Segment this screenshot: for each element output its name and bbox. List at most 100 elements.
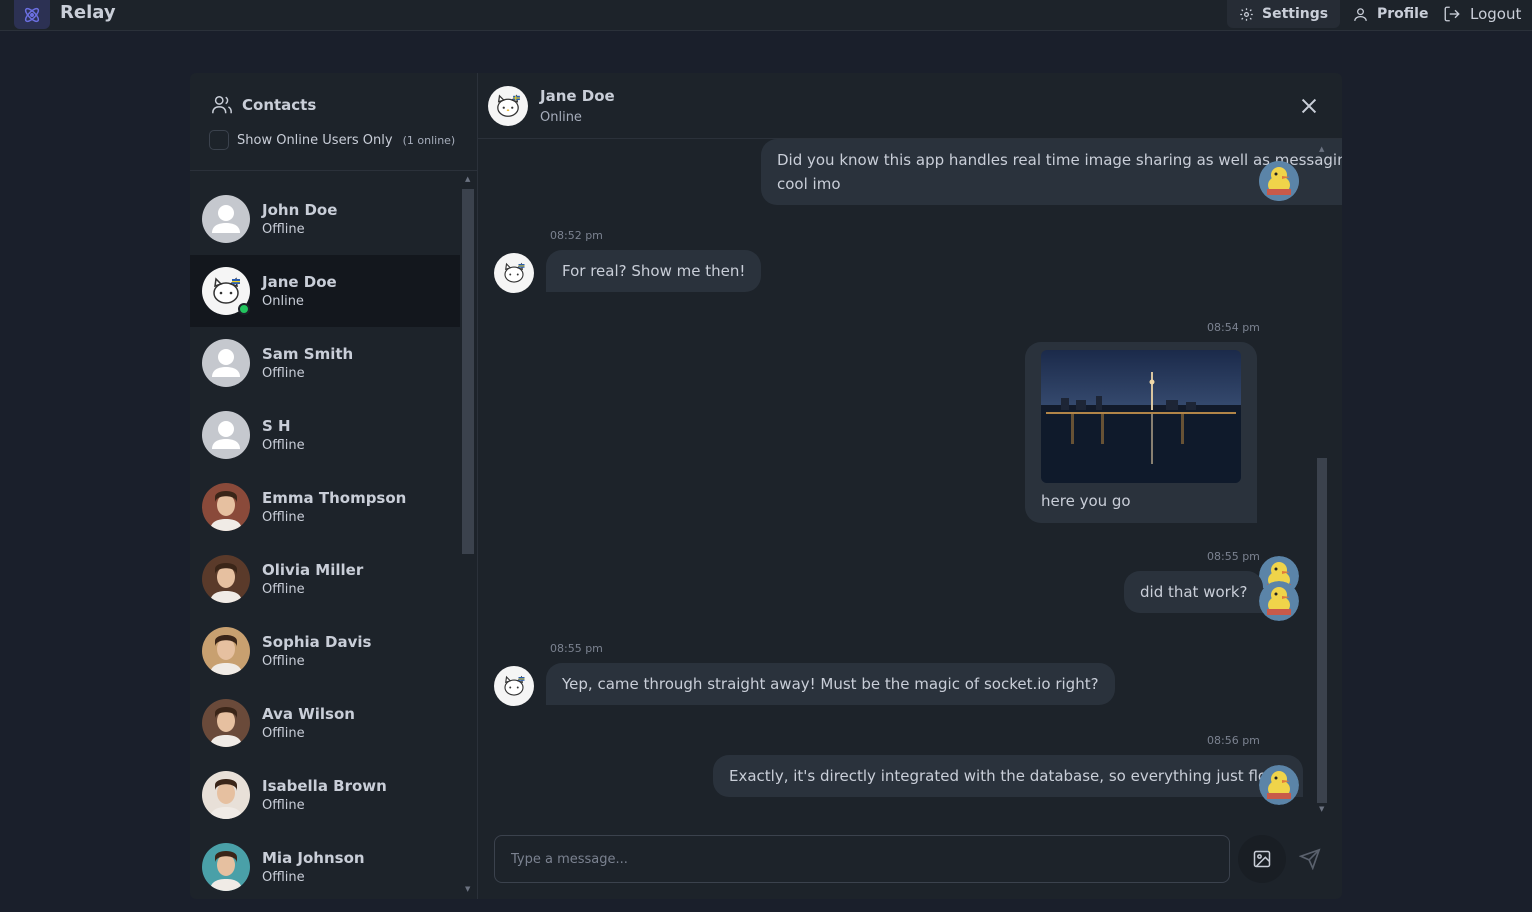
chat-panel: Contacts Show Online Users Only (1 onlin… (190, 73, 1342, 899)
message-bubble: Did you know this app handles real time … (761, 139, 1342, 205)
atom-icon (24, 7, 40, 22)
my-avatar (1259, 161, 1299, 201)
message-bubble: did that work? (1124, 571, 1264, 613)
contact-avatar (202, 195, 250, 243)
contact-name: Jane Doe (262, 273, 337, 291)
chat-scrollbar[interactable]: ▲ ▼ (1315, 145, 1327, 813)
contact-text: Jane Doe Online (262, 273, 337, 309)
app-logo[interactable] (14, 0, 50, 29)
message-timestamp: 08:56 pm (1207, 734, 1260, 747)
contact-item[interactable]: Emma Thompson Offline (190, 471, 460, 543)
message-list: Did you know this app handles real time … (478, 139, 1342, 813)
profile-label: Profile (1377, 6, 1429, 22)
city-skyline-night-photo (1041, 350, 1241, 483)
scroll-down-arrow[interactable]: ▼ (465, 885, 470, 893)
my-avatar (1259, 581, 1299, 621)
chat-partner-name: Jane Doe (540, 87, 615, 105)
contacts-scrollbar[interactable]: ▲ ▼ (462, 175, 474, 895)
contact-name: Sam Smith (262, 345, 354, 363)
contact-list: John Doe Offline Jane Doe Online Sam Smith Of… (190, 183, 460, 899)
message-timestamp: 08:54 pm (1207, 321, 1260, 334)
message-text: Exactly, it's directly integrated with t… (729, 767, 1288, 785)
contact-avatar (202, 627, 250, 675)
partner-avatar (494, 253, 534, 293)
partner-avatar (494, 666, 534, 706)
chat-scroll-down-arrow[interactable]: ▼ (1319, 805, 1324, 813)
contact-text: Isabella Brown Offline (262, 777, 387, 813)
contact-item[interactable]: Mia Johnson Offline (190, 831, 460, 899)
contact-item[interactable]: Sophia Davis Offline (190, 615, 460, 687)
contact-status: Offline (262, 798, 305, 813)
contact-text: S H Offline (262, 417, 305, 453)
message-composer (478, 813, 1342, 899)
contact-name: Olivia Miller (262, 561, 364, 579)
person-photo-icon (210, 491, 242, 531)
online-only-checkbox[interactable] (209, 130, 229, 150)
contact-avatar (202, 699, 250, 747)
contact-item[interactable]: Jane Doe Online (190, 255, 460, 327)
bird-avatar-icon (1259, 765, 1299, 805)
contact-text: Emma Thompson Offline (262, 489, 406, 525)
message-timestamp: 08:55 pm (550, 642, 603, 655)
chat-partner-avatar (488, 86, 528, 126)
contact-item[interactable]: Sam Smith Offline (190, 327, 460, 399)
contacts-scroll-thumb[interactable] (462, 189, 474, 554)
contact-avatar (202, 771, 250, 819)
hello-kitty-avatar-icon (497, 94, 520, 117)
contact-status: Offline (262, 726, 305, 741)
message-bubble: Yep, came through straight away! Must be… (546, 663, 1115, 705)
chat-header: Jane Doe Online (478, 73, 1342, 139)
chat-scroll-up-arrow[interactable]: ▲ (1319, 145, 1324, 153)
contact-name: Emma Thompson (262, 489, 407, 507)
close-icon[interactable] (1298, 95, 1320, 117)
app-title[interactable]: Relay (60, 2, 116, 23)
message-text: Did you know this app handles real time … (777, 151, 1342, 193)
online-count: (1 online) (402, 133, 456, 147)
message-timestamp: 08:55 pm (1207, 550, 1260, 563)
contact-status: Offline (262, 366, 305, 381)
settings-label: Settings (1262, 6, 1329, 22)
contact-name: S H (262, 417, 291, 435)
settings-button[interactable]: Settings (1227, 0, 1341, 28)
top-navbar: Relay Settings Profile Logout (0, 0, 1532, 31)
logout-icon (1444, 6, 1460, 22)
shared-image[interactable] (1041, 350, 1241, 483)
logout-button[interactable]: Logout (1430, 0, 1532, 28)
image-icon (1253, 850, 1271, 868)
scroll-up-arrow[interactable]: ▲ (465, 175, 470, 183)
person-photo-icon (210, 563, 242, 603)
contact-status: Offline (262, 438, 305, 453)
profile-button[interactable]: Profile (1340, 0, 1440, 28)
message-bubble: For real? Show me then! (546, 250, 762, 292)
contact-name: Isabella Brown (262, 777, 387, 795)
contact-item[interactable]: John Doe Offline (190, 183, 460, 255)
contact-status: Offline (262, 222, 305, 237)
contact-text: Olivia Miller Offline (262, 561, 363, 597)
contact-avatar (202, 555, 250, 603)
online-only-toggle[interactable]: Show Online Users Only (1 online) (209, 130, 455, 150)
contact-status: Offline (262, 870, 305, 885)
person-photo-icon (210, 851, 242, 891)
contact-item[interactable]: Isabella Brown Offline (190, 759, 460, 831)
contact-item[interactable]: Olivia Miller Offline (190, 543, 460, 615)
contacts-title: Contacts (210, 94, 316, 116)
online-only-label[interactable]: Show Online Users Only (237, 133, 393, 148)
contacts-sidebar: Contacts Show Online Users Only (1 onlin… (190, 73, 478, 899)
message-input[interactable] (494, 835, 1230, 883)
contact-status: Online (262, 294, 304, 309)
contact-avatar (202, 339, 250, 387)
contact-item[interactable]: S H Offline (190, 399, 460, 471)
message-text: For real? Show me then! (562, 262, 746, 280)
my-avatar (1259, 765, 1299, 805)
online-indicator (238, 303, 250, 315)
contact-item[interactable]: Ava Wilson Offline (190, 687, 460, 759)
attach-image-button[interactable] (1238, 835, 1286, 883)
contact-text: John Doe Offline (262, 201, 337, 237)
message-bubble: Exactly, it's directly integrated with t… (713, 755, 1304, 797)
contact-avatar (202, 843, 250, 891)
chat-scroll-thumb[interactable] (1317, 458, 1327, 803)
contact-name: Sophia Davis (262, 633, 372, 651)
contacts-header: Contacts Show Online Users Only (1 onlin… (190, 73, 478, 171)
send-button[interactable] (1286, 835, 1334, 883)
users-icon (212, 96, 232, 114)
